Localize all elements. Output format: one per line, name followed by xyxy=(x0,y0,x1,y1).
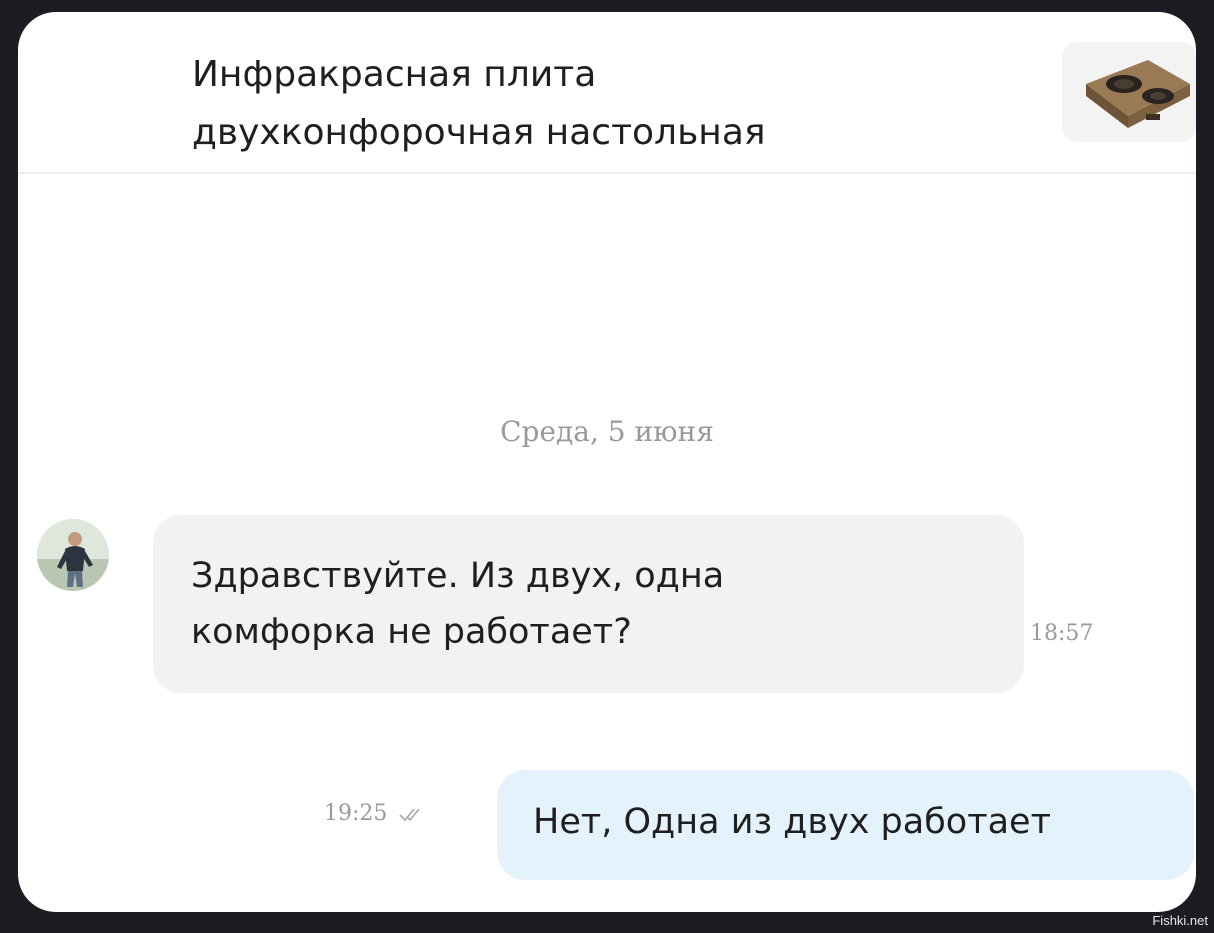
incoming-message-time: 18:57 xyxy=(1030,621,1094,646)
date-separator: Среда, 5 июня xyxy=(500,415,714,448)
watermark: Fishki.net xyxy=(1152,913,1208,928)
product-title: Инфракрасная плита двухконфорочная насто… xyxy=(192,54,766,153)
outgoing-message-text: Нет, Одна из двух работает xyxy=(533,802,1051,842)
outgoing-message-meta: 19:25 xyxy=(324,801,427,826)
outgoing-message-time: 19:25 xyxy=(324,801,388,826)
sender-avatar[interactable] xyxy=(37,519,109,591)
double-check-icon xyxy=(397,804,427,824)
stove-thumbnail-icon[interactable] xyxy=(1062,42,1196,142)
incoming-message-text: Здравствуйте. Из двух, одна комфорка не … xyxy=(191,556,725,652)
chat-window: Инфракрасная плита двухконфорочная насто… xyxy=(18,12,1196,912)
incoming-message-bubble[interactable]: Здравствуйте. Из двух, одна комфорка не … xyxy=(153,515,1024,693)
chat-header[interactable]: Инфракрасная плита двухконфорочная насто… xyxy=(18,12,1196,174)
outgoing-message-bubble[interactable]: Нет, Одна из двух работает xyxy=(497,770,1194,880)
